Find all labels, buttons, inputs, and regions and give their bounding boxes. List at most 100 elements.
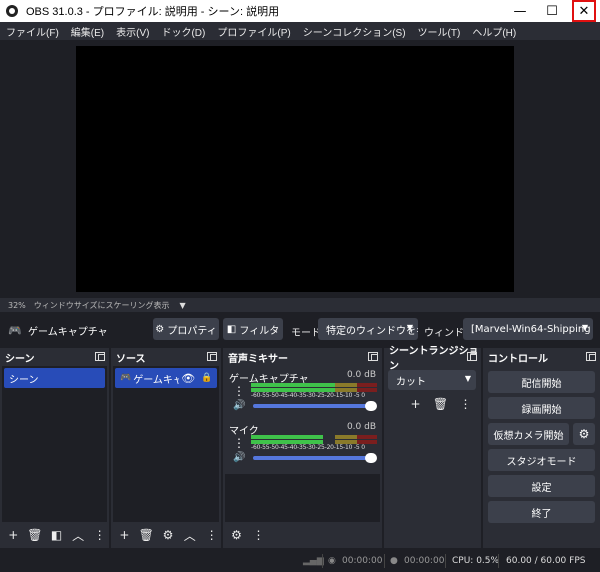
selected-source-name: ゲームキャプチャ [28,327,108,338]
transition-value: カット [396,376,426,388]
undock-icon[interactable] [467,352,477,361]
close-button[interactable]: ✕ [572,0,596,22]
speaker-icon[interactable]: 🔊 [233,452,245,463]
meter-green [251,435,323,439]
controls-dock-header: コントロール [483,348,600,366]
menu-tools[interactable]: ツール(T) [412,24,467,39]
list-item[interactable]: 🎮 ゲームキャプチャ 👁 🔒 [115,368,217,388]
mode-value: 特定のウィンドウをキ [326,325,418,337]
gear-icon: ⚙ [578,427,590,441]
exit-button[interactable]: 終了 [488,501,595,523]
menu-edit[interactable]: 編集(E) [65,24,110,39]
menu-docks[interactable]: ドック(D) [155,24,211,39]
filter-icon: ◧ [226,323,240,335]
mixer-dock-title: 音声ミキサー [228,353,288,365]
menu-bar: ファイル(F) 編集(E) 表示(V) ドック(D) プロファイル(P) シーン… [0,22,600,40]
volume-slider[interactable] [253,401,377,411]
more-icon[interactable]: ⋮ [90,526,109,545]
record-icon: ● [390,556,398,566]
add-icon[interactable]: + [4,526,23,545]
list-item[interactable]: シーン [4,368,105,388]
more-icon[interactable]: ⋮ [233,384,245,398]
minimize-button[interactable]: — [505,0,535,22]
audio-mixer-dock: 音声ミキサー ゲームキャプチャ 0.0 dB ⋮ -60-55-50-45-40… [223,348,382,548]
move-up-icon[interactable]: ︿ [180,526,199,545]
preview-canvas[interactable] [76,46,514,292]
mode-select[interactable]: 特定のウィンドウをキ ▼ [318,318,418,340]
virtual-camera-settings-button[interactable]: ⚙ [573,423,595,445]
undock-icon[interactable] [368,352,378,361]
window-value: [Marvel-Win64-Shipping [471,323,591,335]
meter-ticks: -60-55-50-45-40-35-30-25-20-15-10 -5 0 [251,444,365,451]
zoom-dropdown-icon[interactable]: ▼ [180,301,186,310]
settings-button[interactable]: 設定 [488,475,595,497]
zoom-level: 32% [8,300,26,310]
filters-button[interactable]: ◧ フィルタ [223,318,283,340]
slider-handle[interactable] [365,401,377,411]
start-recording-button[interactable]: 録画開始 [488,397,595,419]
scenes-toolbar: + 🗑 ◧ ︿ ⋮ [0,522,109,548]
scenes-dock: シーン シーン + 🗑 ◧ ︿ ⋮ [0,348,109,548]
more-icon[interactable]: ⋮ [456,394,475,413]
gamepad-icon: 🎮 [120,373,132,383]
gear-icon[interactable]: ⚙ [227,526,246,545]
channel-db: 0.0 dB [346,370,376,380]
properties-label: プロパティ [167,325,217,337]
trash-icon[interactable]: 🗑 [431,394,450,413]
meter-green [251,383,335,387]
transitions-dock: シーントランジション カット ▼ + 🗑 ⋮ [384,346,481,548]
sources-toolbar: + 🗑 ⚙ ︿ ⋮ [111,522,221,548]
chevron-down-icon: ▼ [581,323,588,332]
undock-icon[interactable] [207,352,217,361]
eye-icon[interactable]: 👁 [181,372,195,385]
meter-red [357,383,377,387]
more-icon[interactable]: ⋮ [249,526,268,545]
separator [384,554,385,568]
menu-help[interactable]: ヘルプ(H) [466,24,522,39]
add-icon[interactable]: + [406,394,425,413]
sources-dock: ソース 🎮 ゲームキャプチャ 👁 🔒 + 🗑 ⚙ ︿ ⋮ [111,348,221,548]
volume-slider[interactable] [253,453,377,463]
menu-view[interactable]: 表示(V) [110,24,155,39]
maximize-button[interactable]: ☐ [537,0,567,22]
start-virtual-camera-button[interactable]: 仮想カメラ開始 [488,423,569,445]
menu-scene-collection[interactable]: シーンコレクション(S) [297,24,412,39]
stream-time: 00:00:00 [342,556,383,566]
mixer-dock-header: 音声ミキサー [223,348,382,366]
separator [498,554,499,568]
undock-icon[interactable] [95,352,105,361]
menu-profile[interactable]: プロファイル(P) [211,24,296,39]
trash-icon[interactable]: 🗑 [137,526,156,545]
sources-dock-title: ソース [116,353,146,365]
gear-icon[interactable]: ⚙ [159,526,178,545]
meter-yellow [335,383,357,387]
title-bar: OBS 31.0.3 - プロファイル: 説明用 - シーン: 説明用 — ☐ … [0,0,600,22]
scenes-dock-header: シーン [0,348,109,366]
sources-dock-header: ソース [111,348,221,366]
trash-icon[interactable]: 🗑 [26,526,45,545]
window-select[interactable]: [Marvel-Win64-Shipping ▼ [463,318,593,340]
meter-yellow [335,435,357,439]
add-icon[interactable]: + [115,526,134,545]
filter-icon[interactable]: ◧ [47,526,66,545]
gamepad-icon: 🎮 [8,324,22,337]
volume-meter: -60-55-50-45-40-35-30-25-20-15-10 -5 0 [251,435,377,451]
move-up-icon[interactable]: ︿ [69,526,88,545]
studio-mode-button[interactable]: スタジオモード [488,449,595,471]
start-streaming-button[interactable]: 配信開始 [488,371,595,393]
speaker-icon[interactable]: 🔊 [233,400,245,411]
transition-select[interactable]: カット ▼ [388,370,476,390]
zoom-mode: ウィンドウサイズにスケーリング表示 [33,300,170,310]
properties-button[interactable]: ⚙ プロパティ [153,318,219,340]
scenes-dock-title: シーン [5,353,35,365]
undock-icon[interactable] [586,352,596,361]
lock-icon[interactable]: 🔒 [201,373,212,383]
meter-ticks: -60-55-50-45-40-35-30-25-20-15-10 -5 0 [251,392,365,399]
more-icon[interactable]: ⋮ [202,526,221,545]
slider-handle[interactable] [365,453,377,463]
preview-area [0,40,600,298]
controls-dock-title: コントロール [488,353,548,365]
mode-label: モード [291,328,321,339]
menu-file[interactable]: ファイル(F) [0,24,65,39]
more-icon[interactable]: ⋮ [233,436,245,450]
